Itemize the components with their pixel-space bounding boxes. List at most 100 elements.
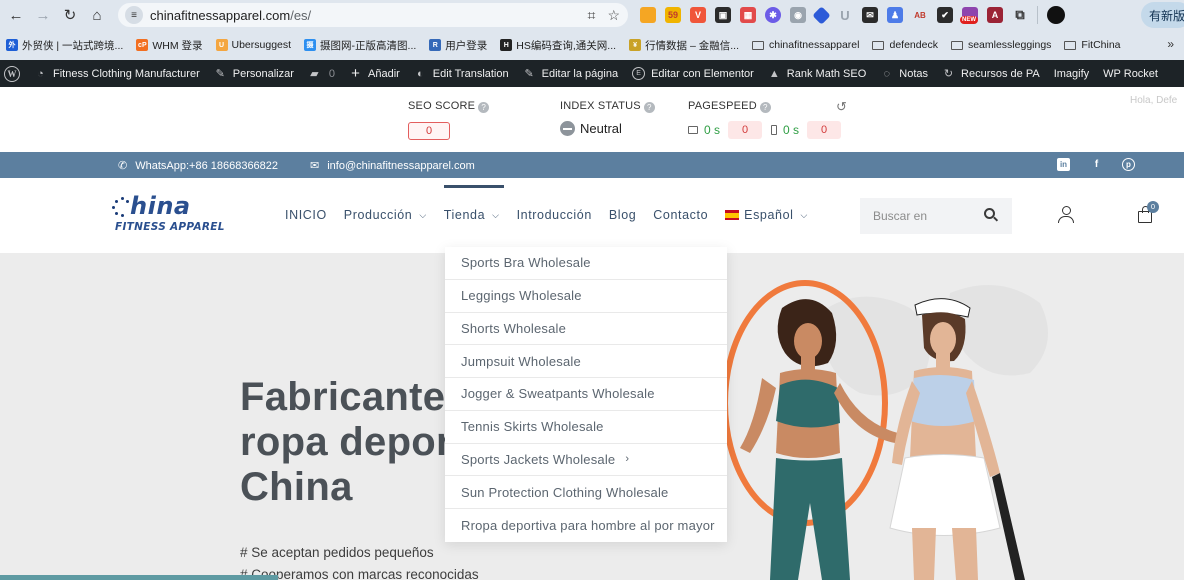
dropdown-item[interactable]: Leggings Wholesale [445, 280, 727, 313]
bookmark-star-icon[interactable]: ☆ [607, 7, 620, 24]
admin-edit-page-link[interactable]: ✎ Editar la página [523, 67, 619, 81]
cart-icon[interactable]: 0 [1138, 201, 1159, 223]
wordpress-icon[interactable]: W [4, 65, 20, 82]
refresh-icon[interactable]: ↺ [836, 99, 847, 115]
extension-icon[interactable]: ▣ [715, 7, 731, 23]
bookmarks-bar: 外外贸侠 | 一站式跨境... cP WHM 登录 U Ubersuggest 摄摄图网-… [0, 30, 1184, 60]
extensions-puzzle-icon[interactable]: ⧉ [1012, 7, 1028, 23]
favicon-icon: U [215, 39, 228, 51]
bookmark-folder[interactable]: FitChina [1064, 39, 1121, 51]
email-link[interactable]: ✉ info@chinafitnessapparel.com [310, 159, 475, 173]
translate-icon[interactable]: ⌗ [588, 7, 596, 24]
admin-translation-link[interactable]: ◐ Edit Translation [414, 67, 509, 80]
bookmark-item[interactable]: H HS编码查询,通关网... [500, 38, 616, 53]
url-text[interactable]: chinafitnessapparel.com/es/ [150, 8, 311, 23]
logo-tagline: FITNESS APPAREL [115, 221, 225, 233]
index-status-label: INDEX STATUS? [560, 100, 655, 113]
rankmath-icon: ▲ [768, 67, 780, 80]
more-bookmarks-icon[interactable]: » [1167, 37, 1174, 51]
search-box [860, 198, 1012, 234]
search-input[interactable] [873, 209, 983, 223]
extension-icon[interactable] [812, 5, 831, 25]
bookmark-item[interactable]: cP WHM 登录 [136, 38, 203, 53]
chevron-right-icon: › [625, 453, 630, 466]
menu-item-contacto[interactable]: Contacto [653, 208, 708, 222]
admin-add-new-link[interactable]: + Añadir [349, 65, 400, 82]
bookmark-folder[interactable]: defendeck [872, 39, 938, 51]
extension-icon[interactable]: ✉ [862, 7, 878, 23]
linkedin-icon[interactable]: in [1057, 158, 1070, 171]
help-icon[interactable]: ? [759, 102, 771, 113]
admin-rocket-link[interactable]: WP Rocket [1103, 68, 1158, 80]
bookmark-label: Ubersuggest [231, 39, 292, 51]
admin-rankmath-link[interactable]: ▲ Rank Math SEO [768, 67, 866, 80]
menu-item-blog[interactable]: Blog [609, 208, 636, 222]
site-info-icon[interactable]: ≡ [125, 6, 143, 24]
admin-comments-link[interactable]: ▰ 0 [308, 67, 335, 81]
seo-status-bar: SEO SCORE? 0 INDEX STATUS? Neutral PAGES… [0, 87, 1184, 152]
profile-avatar[interactable] [1047, 6, 1065, 24]
extension-icon[interactable]: A [987, 7, 1003, 23]
bookmark-item[interactable]: 摄摄图网-正版高清图... [304, 38, 416, 53]
facebook-icon[interactable]: f [1090, 158, 1103, 171]
bookmark-item[interactable]: ¥ 行情数据 – 金融信... [629, 38, 739, 53]
dropdown-item[interactable]: Tennis Skirts Wholesale [445, 411, 727, 444]
reload-icon[interactable]: ↻ [59, 4, 81, 26]
address-bar[interactable]: ≡ chinafitnessapparel.com/es/ ⌗ ☆ [118, 3, 628, 27]
back-icon[interactable]: ← [5, 4, 27, 26]
language-switcher[interactable]: Español ⌵ [725, 208, 808, 222]
extension-icon[interactable]: 59 [665, 7, 681, 23]
extension-icon[interactable]: ✱ [765, 7, 781, 23]
bookmark-folder[interactable]: chinafitnessapparel [752, 39, 859, 51]
search-icon[interactable] [984, 208, 999, 222]
extension-icon[interactable]: NEW [960, 7, 978, 24]
dropdown-item[interactable]: Sun Protection Clothing Wholesale [445, 476, 727, 509]
admin-notes-link[interactable]: ◌ Notas [880, 67, 929, 80]
update-button[interactable]: 有新版 [1141, 2, 1184, 28]
wp-admin-bar: W ◔ Fitness Clothing Manufacturer ✎ Person… [0, 60, 1184, 87]
dropdown-item[interactable]: Rropa deportiva para hombre al por mayor [445, 509, 727, 542]
menu-item-inicio[interactable]: INICIO [285, 208, 327, 222]
help-icon[interactable]: ? [478, 102, 490, 113]
admin-imagify-link[interactable]: Imagify [1054, 68, 1089, 80]
dropdown-item[interactable]: Jogger & Sweatpants Wholesale [445, 378, 727, 411]
admin-elementor-link[interactable]: E Editar con Elementor [632, 67, 754, 80]
home-icon[interactable]: ⌂ [86, 4, 108, 26]
calendar-extension-icon[interactable]: ▦ [740, 7, 756, 23]
dropdown-item[interactable]: Jumpsuit Wholesale [445, 345, 727, 378]
mobile-score: 0 [807, 121, 842, 139]
bookmark-folder[interactable]: seamlessleggings [950, 39, 1051, 51]
admin-customize-link[interactable]: ✎ Personalizar [214, 67, 294, 81]
camera-extension-icon[interactable]: ◉ [790, 7, 806, 23]
toolbar-divider [1037, 6, 1038, 24]
bookmark-item[interactable]: 外外贸侠 | 一站式跨境... [6, 38, 123, 53]
extension-icon[interactable] [640, 7, 656, 23]
pinterest-icon[interactable]: p [1122, 158, 1135, 171]
menu-item-tienda[interactable]: Tienda ⌵ [443, 185, 504, 222]
dropdown-item[interactable]: Sports Bra Wholesale [445, 247, 727, 280]
admin-pa-link[interactable]: ↻ Recursos de PA [942, 67, 1040, 81]
bookmark-item[interactable]: U Ubersuggest [215, 39, 292, 51]
main-menu: INICIO Producción ⌵ Tienda ⌵ Introducción … [285, 185, 825, 222]
seo-score-label: SEO SCORE? [408, 100, 490, 113]
plus-icon: + [351, 65, 360, 82]
chevron-down-icon: ⌵ [419, 209, 427, 220]
dropdown-item[interactable]: Sports Jackets Wholesale › [445, 444, 727, 477]
extension-icon[interactable]: ✔ [937, 7, 953, 23]
extension-icon[interactable]: ♟ [887, 7, 903, 23]
extension-icon[interactable]: U [837, 7, 853, 23]
chat-bubble-icon: ◌ [883, 67, 891, 80]
dropdown-item[interactable]: Shorts Wholesale [445, 313, 727, 346]
extension-icon[interactable]: V [690, 7, 706, 23]
bookmark-label: 行情数据 – 金融信... [645, 39, 739, 52]
forward-icon[interactable]: → [32, 4, 54, 26]
menu-item-produccion[interactable]: Producción ⌵ [344, 208, 427, 222]
help-icon[interactable]: ? [643, 102, 655, 113]
user-account-icon[interactable] [1058, 206, 1074, 223]
admin-greeting[interactable]: Hola, Defe [1130, 95, 1177, 106]
menu-item-introduccion[interactable]: Introducción [517, 208, 592, 222]
whatsapp-link[interactable]: ✆ WhatsApp:+86 18668366822 [118, 159, 278, 173]
admin-site-link[interactable]: ◔ Fitness Clothing Manufacturer [34, 67, 200, 80]
extension-icon[interactable]: AB [912, 7, 928, 23]
bookmark-item[interactable]: R 用户登录 [429, 38, 487, 53]
